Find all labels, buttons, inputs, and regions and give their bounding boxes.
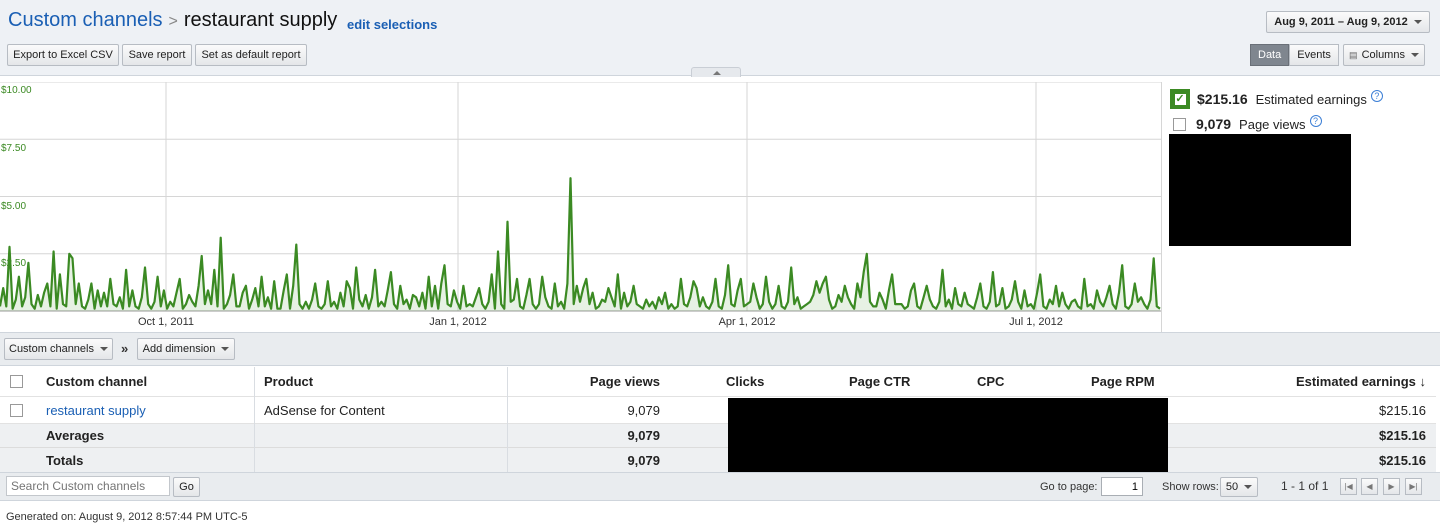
chevron-down-icon [221,347,230,351]
averages-label: Averages [46,428,105,443]
select-all-checkbox[interactable] [10,367,23,396]
show-rows-label: Show rows: [1162,481,1219,493]
page-number-input[interactable] [1101,477,1143,496]
product-cell: AdSense for Content [264,402,385,418]
breadcrumb: Custom channels > restaurant supply [8,9,337,32]
totals-label: Totals [46,452,84,468]
averages-earnings: $215.16 [1379,428,1426,443]
checkmark-icon: ✓ [1173,92,1187,106]
metric-value: 9,079 [1196,116,1232,132]
column-header-custom-channel[interactable]: Custom channel [46,367,147,396]
column-divider [507,367,508,472]
search-custom-channels-input[interactable] [6,476,170,496]
edit-selections-link[interactable]: edit selections [347,17,437,32]
view-toggle: Data Events [1250,44,1339,66]
column-header-product[interactable]: Product [264,367,313,396]
earnings-chart [0,82,1162,332]
y-tick-label: $10.00 [1,85,32,96]
first-page-icon[interactable]: |◀ [1340,478,1357,495]
export-csv-button[interactable]: Export to Excel CSV [7,44,119,66]
events-view-button[interactable]: Events [1289,44,1339,66]
column-header-page-ctr[interactable]: Page CTR [849,367,910,396]
metric-name: Estimated earnings [1255,91,1367,107]
averages-row: Averages 9,079 $215.16 [0,423,1436,447]
y-tick-label: $5.00 [1,201,27,212]
metric-checkbox-checked[interactable]: ✓ [1170,89,1190,109]
data-view-button[interactable]: Data [1250,44,1290,66]
y-tick-label: $7.50 [1,143,27,154]
earnings-cell: $215.16 [1379,402,1426,418]
previous-page-icon[interactable]: ◀ [1361,478,1378,495]
set-default-report-button[interactable]: Set as default report [195,44,307,66]
breadcrumb-current: restaurant supply [183,9,338,31]
breadcrumb-root-link[interactable]: Custom channels [8,9,163,31]
rows-per-page-dropdown[interactable]: 50 [1220,477,1258,497]
totals-page-views: 9,079 [627,452,660,468]
row-checkbox[interactable] [10,397,23,423]
breadcrumb-separator: > [168,13,178,30]
report-header: Custom channels > restaurant supply edit s… [0,0,1440,77]
generated-timestamp: Generated on: August 9, 2012 8:57:44 PM … [6,511,248,523]
column-header-page-rpm[interactable]: Page RPM [1091,367,1155,396]
x-tick-label: Jan 1, 2012 [429,316,487,328]
dimension-arrow: » [121,341,129,356]
channel-link[interactable]: restaurant supply [46,397,146,423]
y-tick-label: $2.50 [1,258,27,269]
help-icon[interactable]: ? [1309,115,1322,127]
next-page-icon[interactable]: ▶ [1383,478,1400,495]
table-row: restaurant supply AdSense for Content 9,… [0,396,1436,423]
table-header-row: Custom channel Product Page views Clicks… [0,367,1436,396]
date-range-dropdown[interactable]: Aug 9, 2011 – Aug 9, 2012 [1266,11,1430,33]
chevron-down-icon [1413,20,1422,24]
redaction-block [1169,134,1351,246]
metric-value: $215.16 [1197,91,1248,107]
page-views-cell: 9,079 [627,402,660,418]
x-tick-label: Jul 1, 2012 [1009,316,1063,328]
chevron-down-icon [1410,53,1419,57]
column-header-estimated-earnings[interactable]: Estimated earnings ↓ [1200,367,1426,396]
dimension-label: Custom channels [9,343,94,355]
go-to-page-label: Go to page: [1040,481,1098,493]
chevron-down-icon [100,347,108,351]
totals-earnings: $215.16 [1379,452,1426,468]
custom-channels-dimension-dropdown[interactable]: Custom channels [4,338,113,360]
column-divider [254,367,255,472]
metric-estimated-earnings: ✓ $215.16 Estimated earnings ? [1170,89,1383,109]
metric-checkbox[interactable] [1173,117,1186,131]
earnings-area [0,178,1160,311]
redaction-block [728,398,1168,478]
chevron-down-icon [1244,485,1253,489]
totals-row: Totals 9,079 $215.16 [0,447,1436,472]
rows-per-page-value: 50 [1225,481,1239,493]
metric-name: Page views [1239,116,1306,132]
add-dimension-label: Add dimension [142,343,216,355]
search-go-button[interactable]: Go [173,477,200,497]
x-tick-label: Oct 1, 2011 [137,316,195,328]
averages-page-views: 9,079 [627,428,660,443]
x-tick-label: Apr 1, 2012 [718,316,776,328]
pagination-range: 1 - 1 of 1 [1281,479,1329,493]
columns-dropdown[interactable]: ▤ Columns [1343,44,1425,66]
column-header-clicks[interactable]: Clicks [726,367,764,396]
metric-page-views: 9,079 Page views ? [1173,115,1322,132]
columns-label: Columns [1361,49,1405,61]
add-dimension-dropdown[interactable]: Add dimension [137,338,235,360]
column-header-page-views[interactable]: Page views [510,367,660,396]
column-header-cpc[interactable]: CPC [977,367,1004,396]
earnings-series-line [0,177,1161,310]
help-icon[interactable]: ? [1370,90,1383,102]
collapse-chart-toggle[interactable] [691,67,741,77]
last-page-icon[interactable]: ▶| [1405,478,1422,495]
columns-icon: ▤ [1349,49,1358,60]
save-report-button[interactable]: Save report [122,44,192,66]
date-range-label: Aug 9, 2011 – Aug 9, 2012 [1274,16,1408,28]
